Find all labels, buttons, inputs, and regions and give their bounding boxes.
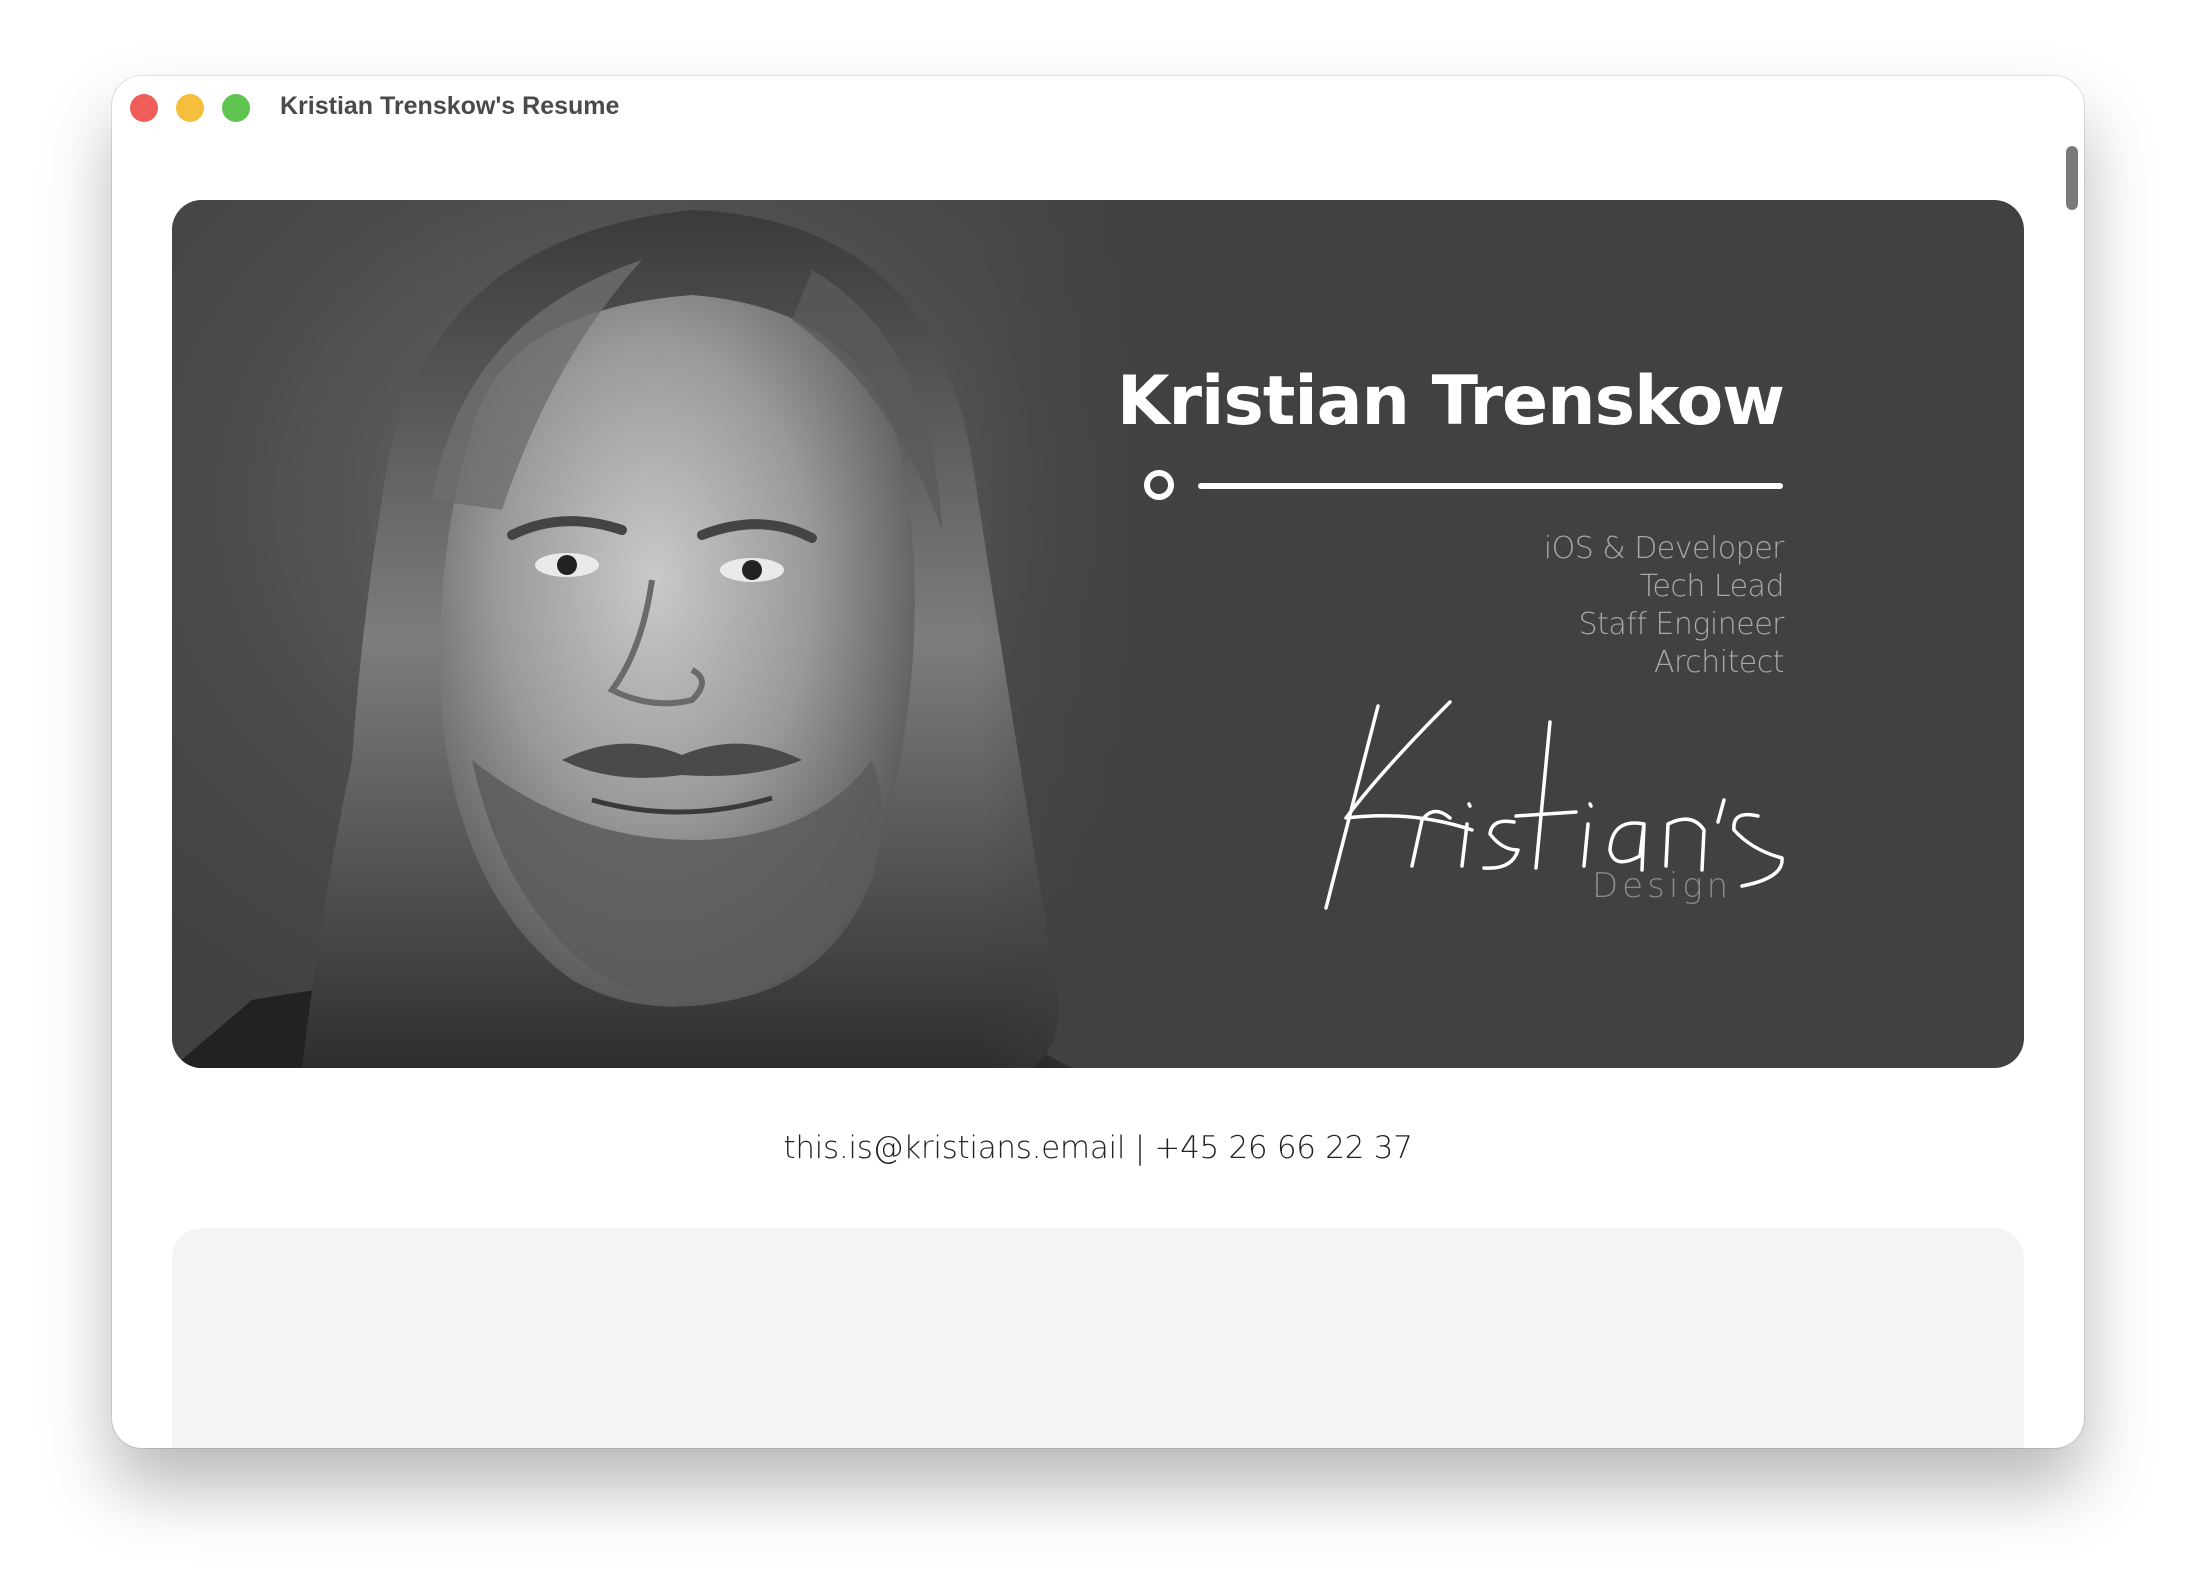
- role-item: iOS & Developer: [1543, 531, 1785, 566]
- role-item: Tech Lead: [1639, 569, 1785, 604]
- hero-banner: Kristian Trenskow iOS & Developer Tech L…: [172, 200, 2024, 1068]
- role-item: Architect: [1653, 645, 1785, 680]
- app-window: Kristian Trenskow's Resume Kristian Tren…: [112, 76, 2084, 1448]
- minimize-window-button[interactable]: [176, 94, 204, 122]
- content-card: [172, 1228, 2024, 1448]
- vertical-scrollbar[interactable]: [2060, 136, 2084, 1426]
- scrollbar-thumb[interactable]: [2066, 146, 2078, 210]
- role-item: Staff Engineer: [1578, 607, 1785, 642]
- roles-list: iOS & Developer Tech Lead Staff Engineer…: [1543, 530, 1785, 682]
- title-bar[interactable]: Kristian Trenskow's Resume: [112, 76, 2084, 156]
- close-window-button[interactable]: [130, 94, 158, 122]
- hero-name: Kristian Trenskow: [1116, 362, 1785, 441]
- window-title: Kristian Trenskow's Resume: [280, 92, 620, 120]
- contact-info[interactable]: this.is@kristians.email | +45 26 66 22 3…: [112, 1130, 2084, 1166]
- divider-line: [1198, 483, 1783, 489]
- logo-subtitle: Design: [1592, 866, 1733, 906]
- divider-circle-icon: [1144, 470, 1174, 500]
- portrait-photo: [172, 200, 1182, 1068]
- maximize-window-button[interactable]: [222, 94, 250, 122]
